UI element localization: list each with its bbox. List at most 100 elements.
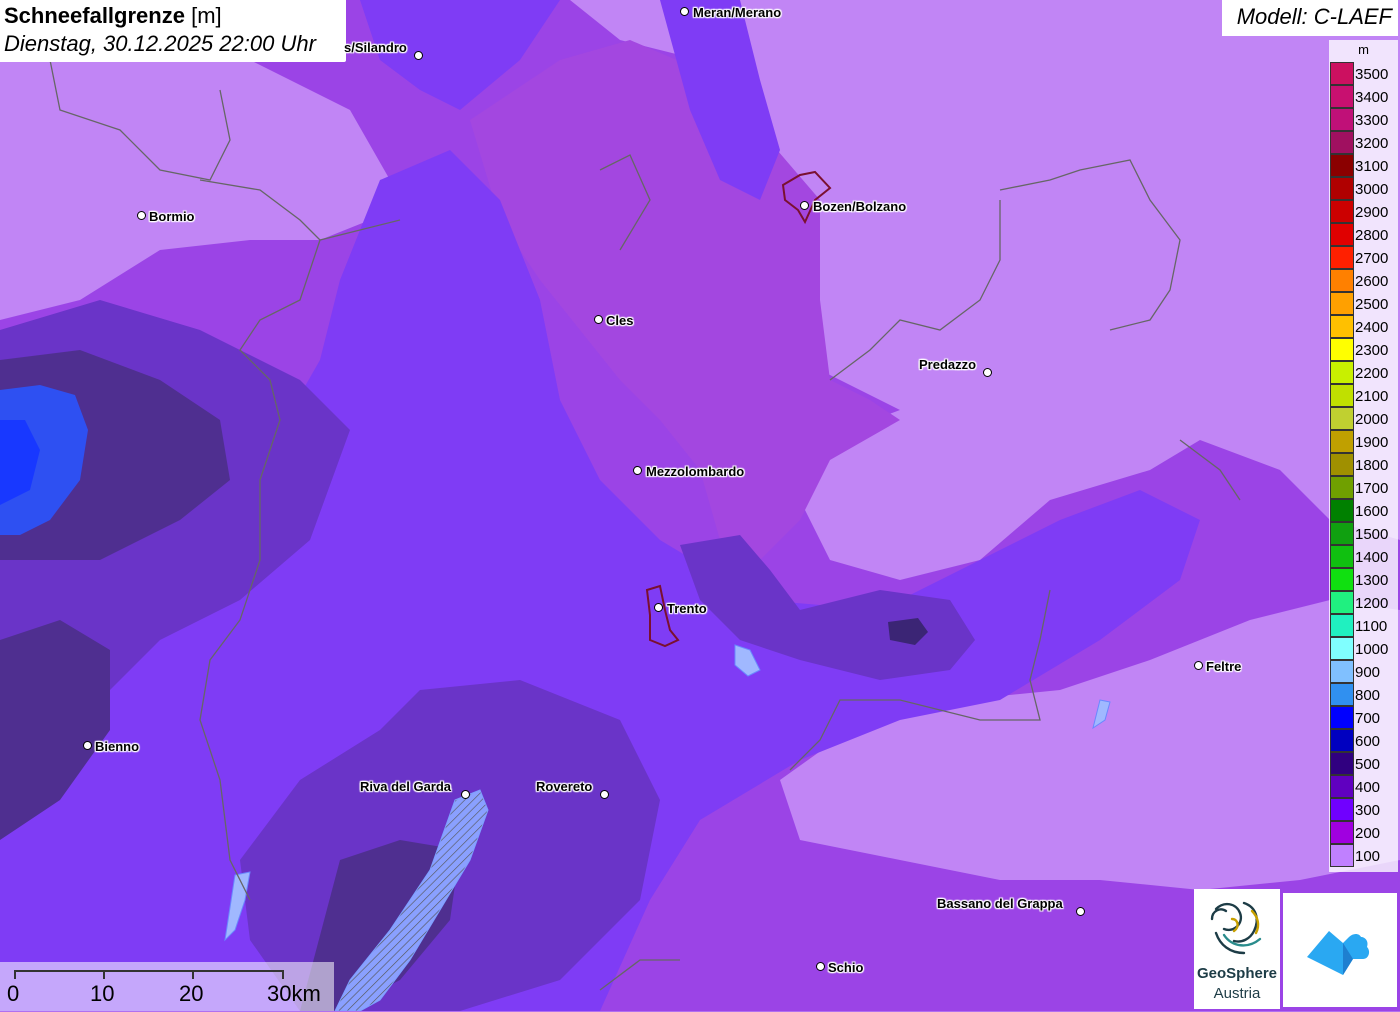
legend-label: 1100 bbox=[1355, 618, 1388, 635]
legend-label: 800 bbox=[1355, 687, 1381, 704]
city-dot-icon bbox=[1076, 907, 1085, 916]
legend-swatch bbox=[1330, 614, 1354, 637]
scale-tick bbox=[192, 970, 194, 979]
map-title: Schneefallgrenze [m] bbox=[4, 2, 342, 30]
legend-label: 600 bbox=[1355, 733, 1381, 750]
legend-swatch bbox=[1330, 844, 1354, 867]
legend-row: 2900 bbox=[1329, 200, 1398, 223]
legend-swatch bbox=[1330, 568, 1354, 591]
legend-row: 3200 bbox=[1329, 131, 1398, 154]
legend-row: 2200 bbox=[1329, 361, 1398, 384]
legend-swatch bbox=[1330, 407, 1354, 430]
legend-row: 1100 bbox=[1329, 614, 1398, 637]
legend-row: 400 bbox=[1329, 775, 1398, 798]
city-dot-icon bbox=[800, 201, 809, 210]
app-logo[interactable] bbox=[1283, 893, 1397, 1007]
legend-row: 2100 bbox=[1329, 384, 1398, 407]
legend-label: 700 bbox=[1355, 710, 1381, 727]
city-dot-icon bbox=[633, 466, 642, 475]
legend-label: 3100 bbox=[1355, 158, 1389, 175]
legend-row: 2800 bbox=[1329, 223, 1398, 246]
legend-row: 700 bbox=[1329, 706, 1398, 729]
legend-swatch bbox=[1330, 338, 1354, 361]
scale-line bbox=[14, 970, 284, 972]
legend-label: 2800 bbox=[1355, 227, 1389, 244]
legend-swatch bbox=[1330, 798, 1354, 821]
legend-row: 3300 bbox=[1329, 108, 1398, 131]
weather-app-icon bbox=[1307, 931, 1370, 975]
legend-label: 3300 bbox=[1355, 112, 1389, 129]
legend-row: 2400 bbox=[1329, 315, 1398, 338]
legend-swatch bbox=[1330, 384, 1354, 407]
legend-swatch bbox=[1330, 62, 1354, 85]
scale-tick bbox=[282, 970, 284, 979]
legend-swatch bbox=[1330, 660, 1354, 683]
legend-row: 3500 bbox=[1329, 62, 1398, 85]
model-label: Modell: C-LAEF bbox=[1222, 0, 1398, 36]
legend-label: 2500 bbox=[1355, 296, 1389, 313]
city-dot-icon bbox=[414, 51, 423, 60]
legend-row: 3100 bbox=[1329, 154, 1398, 177]
legend-label: 1400 bbox=[1355, 549, 1389, 566]
scale-label-20: 20 bbox=[179, 981, 204, 1006]
legend-swatch bbox=[1330, 131, 1354, 154]
legend-swatch bbox=[1330, 499, 1354, 522]
legend-row: 1200 bbox=[1329, 591, 1398, 614]
legend-label: 3000 bbox=[1355, 181, 1389, 198]
legend-label: 1500 bbox=[1355, 526, 1389, 543]
legend-swatch bbox=[1330, 453, 1354, 476]
legend-swatch bbox=[1330, 637, 1354, 660]
map-title-box: Schneefallgrenze [m] Dienstag, 30.12.202… bbox=[0, 0, 346, 62]
legend-label: 2600 bbox=[1355, 273, 1389, 290]
legend-swatch bbox=[1330, 683, 1354, 706]
legend-swatch bbox=[1330, 476, 1354, 499]
legend-row: 2700 bbox=[1329, 246, 1398, 269]
legend-swatch bbox=[1330, 522, 1354, 545]
legend-label: 3500 bbox=[1355, 66, 1389, 83]
legend-swatch bbox=[1330, 430, 1354, 453]
legend-swatch bbox=[1330, 154, 1354, 177]
geosphere-mark-icon bbox=[1210, 901, 1262, 955]
legend-row: 1900 bbox=[1329, 430, 1398, 453]
legend-label: 2000 bbox=[1355, 411, 1389, 428]
legend-row: 2600 bbox=[1329, 269, 1398, 292]
legend-label: 1600 bbox=[1355, 503, 1389, 520]
title-unit: [m] bbox=[191, 3, 222, 28]
legend-swatch bbox=[1330, 108, 1354, 131]
legend-row: 800 bbox=[1329, 683, 1398, 706]
legend-swatch bbox=[1330, 591, 1354, 614]
legend-row: 3400 bbox=[1329, 85, 1398, 108]
legend-swatch bbox=[1330, 706, 1354, 729]
legend-row: 1500 bbox=[1329, 522, 1398, 545]
legend-unit: m bbox=[1358, 42, 1369, 57]
legend-label: 1200 bbox=[1355, 595, 1389, 612]
legend-row: 200 bbox=[1329, 821, 1398, 844]
legend-swatch bbox=[1330, 752, 1354, 775]
snowfall-line-map[interactable] bbox=[0, 0, 1400, 1011]
legend-label: 1300 bbox=[1355, 572, 1389, 589]
legend-label: 900 bbox=[1355, 664, 1381, 681]
legend-label: 1900 bbox=[1355, 434, 1389, 451]
legend-row: 3000 bbox=[1329, 177, 1398, 200]
legend-label: 2300 bbox=[1355, 342, 1389, 359]
city-dot-icon bbox=[461, 790, 470, 799]
legend-row: 900 bbox=[1329, 660, 1398, 683]
legend-row: 1600 bbox=[1329, 499, 1398, 522]
city-dot-icon bbox=[600, 790, 609, 799]
legend-row: 2500 bbox=[1329, 292, 1398, 315]
legend-swatch bbox=[1330, 85, 1354, 108]
city-dot-icon bbox=[594, 315, 603, 324]
geosphere-logo[interactable]: GeoSphere Austria bbox=[1194, 889, 1280, 1009]
legend-row: 1800 bbox=[1329, 453, 1398, 476]
city-dot-icon bbox=[680, 7, 689, 16]
legend-label: 3200 bbox=[1355, 135, 1389, 152]
legend-row: 600 bbox=[1329, 729, 1398, 752]
legend-label: 2400 bbox=[1355, 319, 1389, 336]
legend-swatch bbox=[1330, 361, 1354, 384]
title-name: Schneefallgrenze bbox=[4, 3, 185, 28]
scale-tick bbox=[14, 970, 16, 979]
city-dot-icon bbox=[816, 962, 825, 971]
legend-label: 400 bbox=[1355, 779, 1381, 796]
legend-label: 500 bbox=[1355, 756, 1381, 773]
legend-label: 100 bbox=[1355, 848, 1381, 865]
